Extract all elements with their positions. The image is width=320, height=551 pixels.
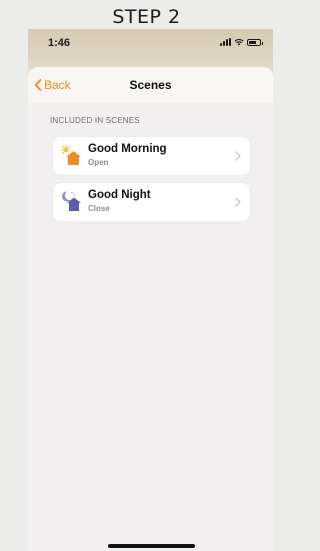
step-title: STEP 2 xyxy=(112,6,181,28)
phone-screen: 1:46 Back Scenes INCLUDED IN SCENES Good… xyxy=(28,29,273,551)
status-time: 1:46 xyxy=(48,37,71,49)
section-header: INCLUDED IN SCENES xyxy=(50,116,140,125)
scene-status: Close xyxy=(88,204,110,213)
scene-name: Good Morning xyxy=(88,143,167,155)
wifi-icon xyxy=(234,39,244,46)
battery-icon xyxy=(247,38,263,46)
scene-name: Good Night xyxy=(88,189,151,201)
navigation-bar: Back Scenes xyxy=(28,67,273,103)
cellular-signal-icon xyxy=(220,38,231,46)
sunrise-home-icon xyxy=(60,144,81,165)
moon-home-icon xyxy=(62,191,81,211)
chevron-right-icon xyxy=(235,151,241,161)
chevron-right-icon xyxy=(235,197,241,207)
scene-tile-good-night[interactable]: Good Night Close xyxy=(53,183,250,221)
battery-level xyxy=(249,40,256,44)
page-title: Scenes xyxy=(129,78,172,92)
scene-status: Open xyxy=(88,158,109,167)
home-indicator[interactable] xyxy=(108,544,195,548)
scene-tile-good-morning[interactable]: Good Morning Open xyxy=(53,137,250,175)
status-icons xyxy=(220,38,263,46)
